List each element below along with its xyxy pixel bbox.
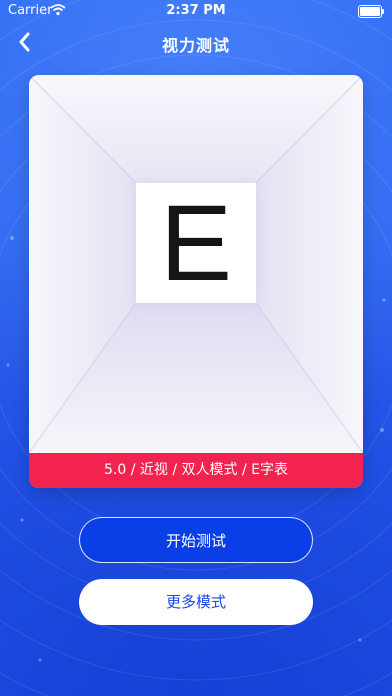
status-time: 2:37 PM — [166, 3, 226, 18]
test-info-bar: 5.0 / 近视 / 双人模式 / E字表 — [29, 453, 363, 488]
status-bar: Carrier 2:37 PM — [0, 0, 392, 22]
battery-icon — [358, 5, 384, 18]
start-test-button[interactable]: 开始测试 — [79, 517, 313, 563]
navigation-bar: 视力测试 — [0, 22, 392, 62]
page-title: 视力测试 — [161, 36, 230, 55]
more-modes-button[interactable]: 更多模式 — [79, 579, 313, 625]
eye-chart-card: E 5.0 / 近视 / 双人模式 / E字表 — [29, 75, 363, 488]
optotype-box: E — [136, 183, 256, 303]
optotype-letter: E — [159, 182, 233, 303]
